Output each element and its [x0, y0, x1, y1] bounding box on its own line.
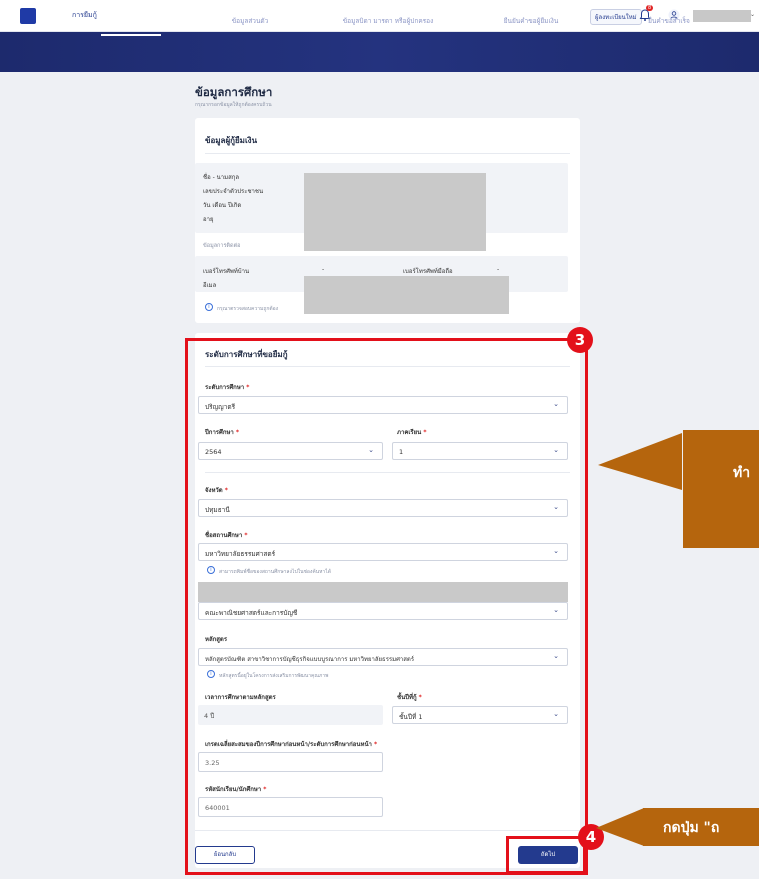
phone-home-value: - — [322, 266, 325, 273]
age-label: อายุ — [203, 216, 214, 223]
id-card-label: เลขประจำตัวประชาชน — [203, 188, 264, 195]
step-parents[interactable]: ข้อมูลบิดา มารดา หรือผู้ปกครอง — [318, 16, 458, 26]
highlight-frame-next — [506, 836, 586, 874]
phone-mobile-value: - — [497, 266, 500, 273]
page-title: ข้อมูลการศึกษา — [195, 85, 273, 99]
notification-badge: 8 — [646, 5, 654, 11]
callout-box-1: ทำ — [683, 430, 759, 548]
name-label: ชื่อ - นามสกุล — [203, 174, 240, 181]
borrower-card-title: ข้อมูลผู้กู้ยืมเงิน — [205, 136, 258, 145]
contact-section-title: ข้อมูลการติดต่อ — [203, 243, 241, 249]
phone-mobile-label: เบอร์โทรศัพท์มือถือ — [403, 268, 453, 275]
divider — [205, 153, 570, 154]
step-personal[interactable]: ข้อมูลส่วนตัว — [180, 16, 320, 26]
page-subtitle: กรุณากรอกข้อมูลให้ถูกต้องครบถ้วน — [195, 102, 272, 108]
email-label: อีเมล — [203, 282, 217, 289]
active-step-indicator — [101, 34, 161, 36]
redacted-personal-info — [304, 173, 486, 251]
step-done[interactable]: ยื่นคำขอสำเร็จ — [599, 16, 739, 26]
birthdate-label: วัน เดือน ปีเกิด — [203, 202, 242, 209]
highlight-frame-education — [185, 338, 588, 875]
phone-home-label: เบอร์โทรศัพท์บ้าน — [203, 268, 250, 275]
progress-steps — [0, 32, 759, 72]
chevron-down-icon[interactable]: ⌄ — [750, 11, 755, 18]
callout-text-2: กดปุ่ม "ถ — [663, 820, 720, 836]
step-confirm[interactable]: ยืนยันคำขอผู้ยืมเงิน — [461, 16, 601, 26]
step-marker-3: 3 — [567, 327, 593, 353]
verify-note: กรุณาตรวจสอบความถูกต้อง — [217, 306, 279, 312]
callout-text-1: ทำ — [733, 465, 751, 481]
callout-box-2: กดปุ่ม "ถ — [643, 808, 759, 846]
logo[interactable] — [20, 8, 36, 24]
info-icon: i — [205, 303, 213, 311]
redacted-email — [304, 276, 509, 314]
